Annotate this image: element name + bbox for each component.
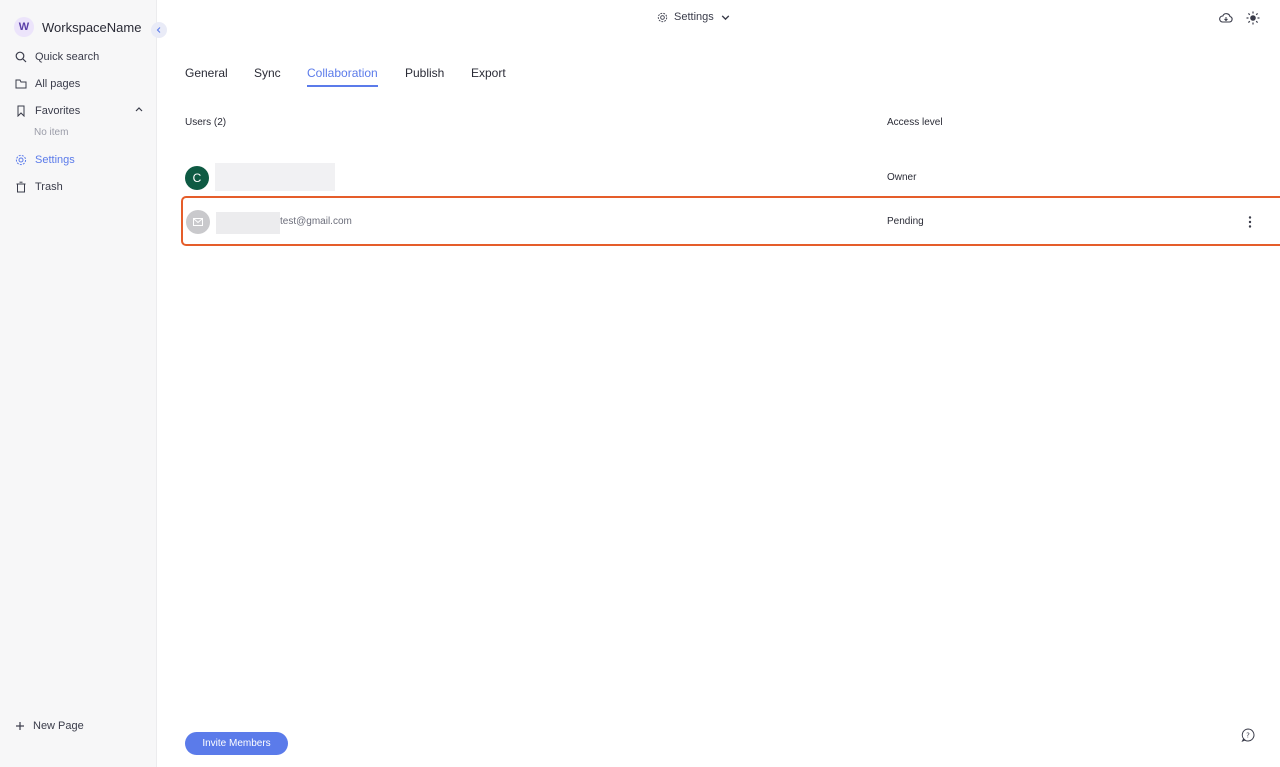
plus-icon [16, 722, 24, 730]
access-level: Owner [887, 172, 917, 183]
table-row: test@gmail.com Pending [181, 196, 1280, 246]
gear-icon [657, 12, 668, 22]
access-level-column-header: Access level [887, 117, 943, 128]
help-icon[interactable]: ? [1241, 728, 1255, 742]
svg-text:?: ? [1246, 732, 1250, 740]
sidebar-item-label: Quick search [35, 51, 100, 63]
workspace-switcher[interactable]: W WorkspaceName [14, 17, 141, 37]
avatar: C [185, 166, 209, 190]
mail-icon [193, 218, 203, 226]
page-title: Settings [674, 11, 714, 23]
avatar [186, 210, 210, 234]
redacted-email-prefix [216, 212, 280, 234]
workspace-avatar: W [14, 17, 34, 37]
sidebar-item-favorites[interactable]: Favorites [15, 103, 80, 119]
sidebar: W WorkspaceName Quick search All pages F… [0, 0, 157, 767]
redacted-user-info [215, 163, 335, 191]
chevron-up-icon[interactable] [134, 104, 144, 114]
new-page-button[interactable]: New Page [15, 720, 84, 732]
sidebar-item-label: Settings [35, 154, 75, 166]
chevron-left-icon [156, 27, 161, 33]
folder-icon [15, 79, 27, 89]
search-icon [15, 51, 27, 63]
sidebar-item-label: Favorites [35, 105, 81, 117]
favorites-empty-text: No item [34, 127, 69, 138]
trash-icon [16, 181, 26, 193]
gear-icon [15, 154, 27, 166]
bookmark-icon [17, 105, 25, 117]
tab-export[interactable]: Export [471, 66, 506, 85]
sun-icon[interactable] [1246, 11, 1260, 25]
invitee-email: test@gmail.com [280, 216, 352, 227]
table-row: C Owner [181, 155, 1280, 199]
sidebar-item-all-pages[interactable]: All pages [15, 76, 80, 92]
settings-title-dropdown[interactable]: Settings [657, 11, 731, 23]
sidebar-item-settings[interactable]: Settings [15, 152, 75, 168]
invite-members-button[interactable]: Invite Members [185, 732, 288, 755]
workspace-name: WorkspaceName [42, 19, 142, 35]
tab-publish[interactable]: Publish [405, 66, 444, 85]
access-level: Pending [887, 216, 924, 227]
users-column-header: Users (2) [185, 117, 227, 128]
chevron-down-icon [721, 14, 730, 20]
sidebar-item-trash[interactable]: Trash [15, 179, 63, 195]
collapse-sidebar-button[interactable] [151, 22, 167, 38]
tab-collaboration[interactable]: Collaboration [307, 66, 378, 87]
tab-general[interactable]: General [185, 66, 228, 85]
sidebar-item-label: Trash [35, 181, 63, 193]
new-page-label: New Page [33, 720, 84, 732]
cloud-sync-icon[interactable] [1219, 11, 1233, 25]
more-options-icon[interactable] [1243, 215, 1257, 229]
sidebar-item-quick-search[interactable]: Quick search [15, 49, 99, 65]
tab-sync[interactable]: Sync [254, 66, 281, 85]
sidebar-item-label: All pages [35, 78, 81, 90]
